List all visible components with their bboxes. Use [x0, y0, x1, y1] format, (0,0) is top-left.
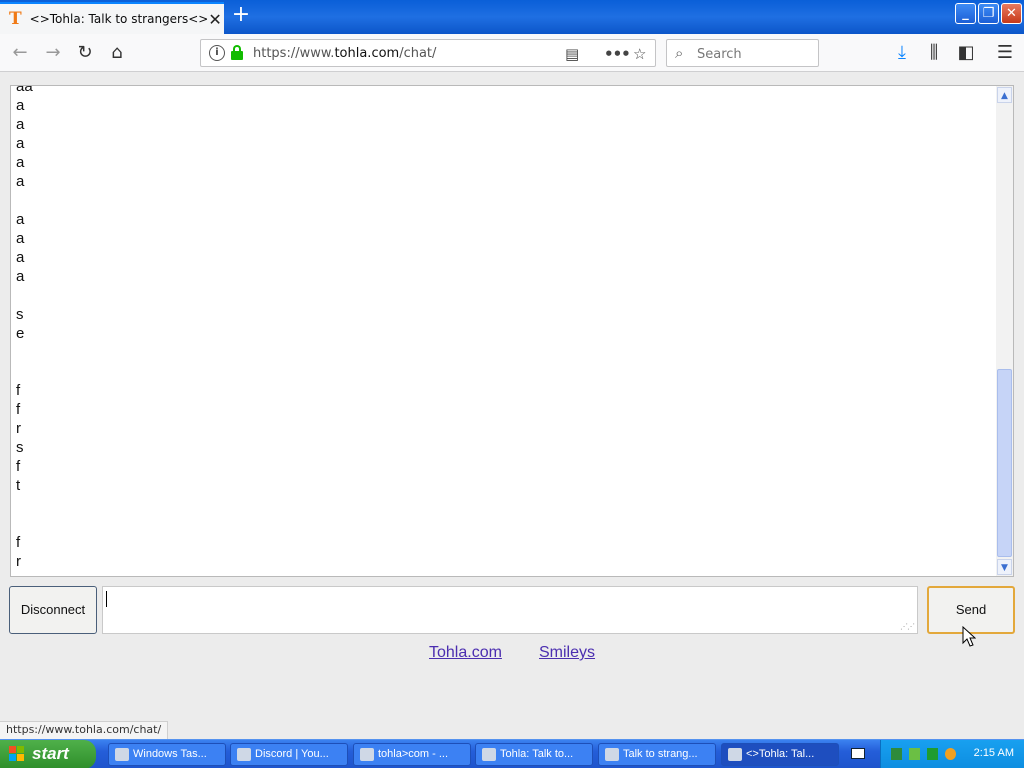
chat-line: a: [16, 97, 25, 114]
start-button[interactable]: start: [0, 740, 96, 768]
smileys-link[interactable]: Smileys: [539, 644, 595, 662]
bookmark-star-icon[interactable]: ☆: [633, 45, 646, 63]
more-icon[interactable]: •••: [604, 45, 631, 63]
forward-arrow-icon[interactable]: →: [42, 42, 64, 64]
tray-status-icon[interactable]: [927, 748, 938, 760]
chat-line: [16, 495, 33, 514]
taskbar-item-label: Windows Tas...: [133, 748, 207, 760]
page-content: aa a a a a a a a a a s e f f r s f t f r ▲ ▼ Disconnect ⋰⋰ …: [0, 72, 1024, 720]
close-window-button[interactable]: ✕: [1001, 3, 1022, 24]
reader-view-icon[interactable]: ▤: [565, 45, 579, 63]
hamburger-menu-icon[interactable]: ☰: [994, 42, 1016, 64]
download-icon[interactable]: ⤓: [891, 42, 913, 64]
windows-logo-icon: [9, 746, 25, 762]
chat-scrollbar[interactable]: ▲ ▼: [996, 86, 1013, 576]
chat-line: e: [16, 325, 25, 342]
taskbar-item-task-manager[interactable]: Windows Tas...: [108, 743, 226, 766]
taskbar-item-label: Talk to strang...: [623, 748, 698, 760]
chat-line: aa: [16, 85, 33, 95]
url-bar[interactable]: i https://www.tohla.com/chat/ ▤ ••• ☆: [200, 39, 656, 67]
chat-line: a: [16, 154, 25, 171]
tray-app-icon[interactable]: [909, 748, 920, 760]
url-text[interactable]: https://www.tohla.com/chat/: [253, 46, 436, 61]
home-icon[interactable]: ⌂: [106, 42, 128, 64]
chat-line: [16, 362, 33, 381]
browser-tab[interactable]: T <>Tohla: Talk to strangers<> ✕: [0, 2, 224, 34]
text-caret: [106, 591, 107, 607]
chat-line: a: [16, 230, 25, 247]
message-input[interactable]: ⋰⋰: [102, 586, 918, 634]
info-icon[interactable]: i: [209, 45, 225, 61]
chat-line: [16, 514, 33, 533]
chat-line: f: [16, 534, 21, 551]
chat-line: s: [16, 306, 24, 323]
lock-icon: [231, 45, 243, 61]
chat-line: r: [16, 553, 21, 570]
windows-taskbar: start Windows Tas... Discord | You... to…: [0, 739, 1024, 768]
scrollbar-thumb[interactable]: [997, 369, 1012, 557]
chat-line: f: [16, 458, 21, 475]
status-link-preview: https://www.tohla.com/chat/: [0, 721, 169, 739]
tohla-home-link[interactable]: Tohla.com: [429, 644, 502, 662]
chat-lines: aa a a a a a a a a a s e f f r s f t f r: [16, 85, 33, 571]
firefox-icon: [360, 748, 374, 761]
disconnect-button[interactable]: Disconnect: [9, 586, 97, 634]
tray-network-icon[interactable]: [891, 748, 902, 760]
title-bar: T <>Tohla: Talk to strangers<> ✕ + _ ❐ ✕: [0, 0, 1024, 34]
mouse-pointer-icon: [962, 626, 976, 647]
new-tab-plus-icon[interactable]: +: [229, 4, 253, 28]
chat-line: a: [16, 135, 25, 152]
resize-grip-icon[interactable]: ⋰⋰: [900, 622, 915, 631]
taskbar-item-label: tohla>com - ...: [378, 748, 449, 760]
chat-line: [16, 191, 33, 210]
chat-line: [16, 286, 33, 305]
tohla-favicon-icon: T: [9, 9, 22, 29]
chat-line: t: [16, 477, 21, 494]
navigation-toolbar: ← → ↻ ⌂ i https://www.tohla.com/chat/ ▤ …: [0, 34, 1024, 72]
minimize-window-button[interactable]: _: [955, 3, 976, 24]
system-tray: 2:15 AM: [880, 740, 1024, 768]
start-label: start: [32, 744, 69, 763]
reload-icon[interactable]: ↻: [74, 42, 96, 64]
chat-line: a: [16, 211, 25, 228]
search-icon: ⌕: [675, 44, 684, 62]
chat-line: f: [16, 401, 21, 418]
chat-line: f: [16, 382, 21, 399]
restore-window-button[interactable]: ❐: [978, 3, 999, 24]
taskbar-item-discord[interactable]: Discord | You...: [230, 743, 348, 766]
firefox-icon: [237, 748, 251, 761]
taskbar-item-tohla-active[interactable]: <>Tohla: Tal...: [721, 743, 839, 766]
chat-log[interactable]: aa a a a a a a a a a s e f f r s f t f r ▲ ▼: [10, 85, 1014, 577]
chat-line: a: [16, 268, 25, 285]
taskbar-clock: 2:15 AM: [973, 747, 1014, 759]
chat-line: a: [16, 173, 25, 190]
library-icon[interactable]: ⫼: [923, 42, 945, 64]
taskbar-item-label: Discord | You...: [255, 748, 329, 760]
tray-search-icon[interactable]: [945, 748, 956, 760]
chat-line: r: [16, 420, 21, 437]
taskbar-item-label: Tohla: Talk to...: [500, 748, 574, 760]
tab-close-icon[interactable]: ✕: [208, 10, 221, 29]
sidebar-icon[interactable]: ◧: [955, 42, 977, 64]
chat-line: a: [16, 116, 25, 133]
scroll-up-icon[interactable]: ▲: [997, 87, 1012, 103]
keyboard-language-icon[interactable]: [851, 748, 865, 759]
chat-line: s: [16, 439, 24, 456]
firefox-icon: [728, 748, 742, 761]
chat-line: a: [16, 249, 25, 266]
search-box[interactable]: ⌕ Search: [666, 39, 819, 67]
chat-line: [16, 343, 33, 362]
tab-title: <>Tohla: Talk to strangers<>: [29, 12, 209, 26]
firefox-icon: [605, 748, 619, 761]
taskbar-item-tohla-talk[interactable]: Tohla: Talk to...: [475, 743, 593, 766]
taskbar-item-tohla-com[interactable]: tohla>com - ...: [353, 743, 471, 766]
scroll-down-icon[interactable]: ▼: [997, 559, 1012, 575]
taskbar-item-talk-to-strangers[interactable]: Talk to strang...: [598, 743, 716, 766]
task-manager-icon: [115, 748, 129, 761]
taskbar-item-label: <>Tohla: Tal...: [746, 748, 815, 760]
firefox-icon: [482, 748, 496, 761]
back-arrow-icon[interactable]: ←: [9, 42, 31, 64]
search-placeholder: Search: [697, 47, 742, 62]
